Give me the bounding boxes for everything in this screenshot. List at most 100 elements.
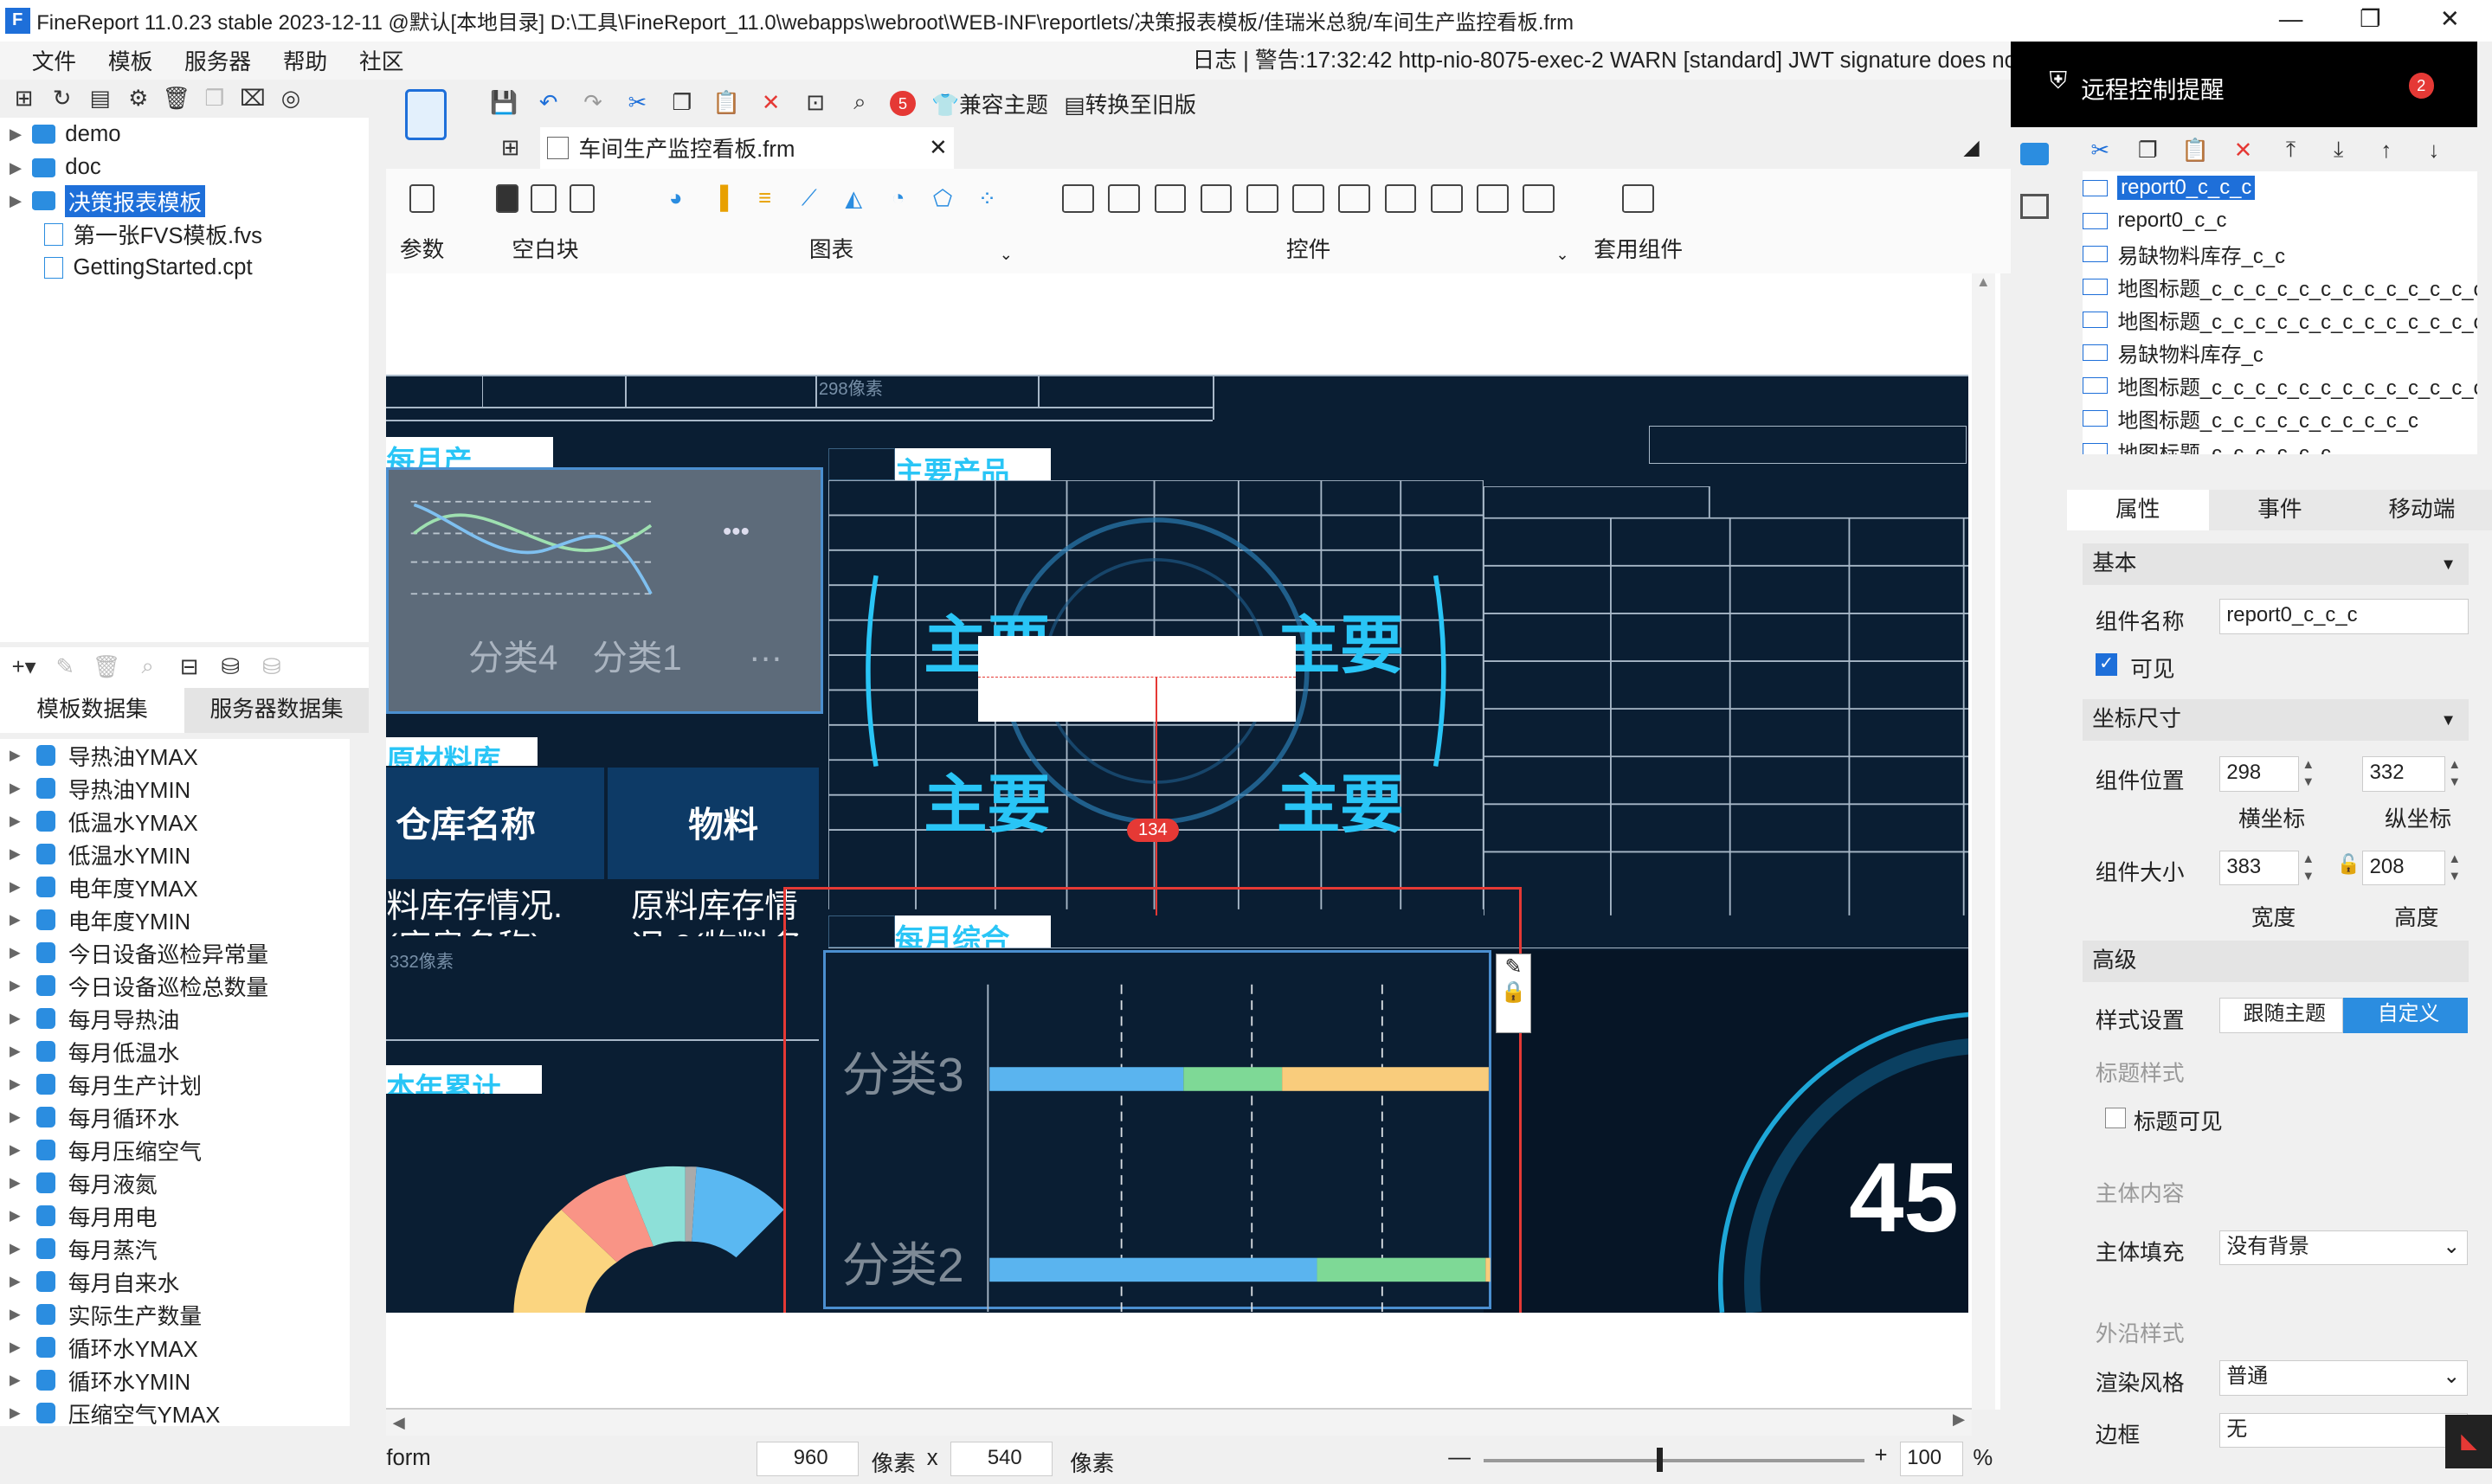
tab-mobile[interactable]: 移动端: [2351, 490, 2492, 531]
zoom-slider[interactable]: [1483, 1459, 1865, 1462]
gauge-widget[interactable]: 45: [1483, 950, 1968, 1314]
area-chart-icon[interactable]: ◭: [840, 184, 868, 213]
tab-menu-icon[interactable]: ◢: [1963, 135, 1979, 160]
dataset-item[interactable]: ▶ 导热油YMAX: [0, 739, 350, 772]
compat-theme-button[interactable]: 👕兼容主题: [931, 87, 1048, 119]
pie-chart-icon[interactable]: ◕: [661, 184, 690, 213]
expand-arrow-icon[interactable]: ▶: [10, 1141, 21, 1159]
panel-title-materials[interactable]: 原材料库: [386, 737, 538, 767]
preview-icon[interactable]: ⌕: [846, 89, 874, 118]
dataset-item[interactable]: ▶ 导热油YMIN: [0, 772, 350, 805]
edit-params-icon[interactable]: ⊟: [175, 653, 203, 682]
remote-control-notice[interactable]: ⛨ 远程控制提醒 2: [2011, 41, 2477, 127]
expand-arrow-icon[interactable]: ▶: [10, 1404, 21, 1422]
panel-title-ytd[interactable]: 本年累计: [386, 1064, 543, 1094]
delete-icon[interactable]: 🗑: [162, 84, 190, 112]
zoom-out-button[interactable]: —: [1448, 1445, 1471, 1470]
expand-arrow-icon[interactable]: ▶: [10, 125, 32, 144]
refresh-icon[interactable]: ↻: [48, 84, 76, 112]
expand-arrow-icon[interactable]: ▶: [10, 1010, 21, 1027]
open-icon[interactable]: ▤: [86, 84, 114, 112]
dataset-item[interactable]: ▶ 每月低温水: [0, 1035, 350, 1068]
textarea-control-icon[interactable]: [1384, 184, 1417, 214]
param-icon[interactable]: [409, 184, 435, 214]
params-group[interactable]: 参数: [386, 169, 458, 273]
grid-icon[interactable]: ⊞: [496, 133, 525, 162]
component-item[interactable]: report0_c_c_c: [2083, 171, 2477, 204]
component-item[interactable]: 地图标题_c_c_c_c_c_c_c_c_c_c: [2083, 402, 2477, 434]
move-bottom-icon[interactable]: ⤓: [2324, 137, 2353, 165]
tree-item-cpt[interactable]: GettingStarted.cpt: [0, 251, 369, 285]
expand-arrow-icon[interactable]: ▶: [10, 780, 21, 797]
render-select[interactable]: 普通 ⌄: [2219, 1360, 2468, 1396]
remote-badge[interactable]: 2: [2408, 73, 2434, 99]
canvas-height-input[interactable]: 540: [950, 1441, 1053, 1477]
tab-template-datasets[interactable]: 模板数据集: [0, 688, 185, 733]
zoom-in-button[interactable]: +: [1874, 1443, 1887, 1468]
component-item[interactable]: 易缺物料库存_c: [2083, 336, 2477, 369]
tree-control-icon[interactable]: [1246, 184, 1278, 214]
canvas-width-input[interactable]: 960: [757, 1441, 859, 1477]
warehouse-table-row[interactable]: 料库存情况. 原料库存情 (库房名称) 况.0(物料名: [386, 879, 819, 936]
convert-old-button[interactable]: ▤转换至旧版: [1064, 87, 1196, 119]
close-button[interactable]: ✕: [2413, 0, 2486, 42]
label-control-icon[interactable]: [1108, 184, 1141, 214]
expand-arrow-icon[interactable]: ▶: [10, 1043, 21, 1060]
zoom-slider-handle[interactable]: [1656, 1448, 1664, 1472]
chevron-down-icon[interactable]: ⌄: [1555, 245, 1568, 264]
expand-arrow-icon[interactable]: ▶: [10, 1207, 21, 1224]
dataset-item[interactable]: ▶ 电年度YMAX: [0, 870, 350, 903]
design-canvas[interactable]: 298像素 每月产 ••• 分类4 分类1 … 原材料库 仓库名称 物料 料库存…: [386, 273, 2000, 1410]
redo-icon[interactable]: ↷: [579, 89, 608, 118]
style-custom-button[interactable]: 自定义: [2343, 998, 2468, 1033]
chevron-down-icon[interactable]: ⌄: [2443, 1361, 2460, 1393]
tree-item-decision-templates[interactable]: ▶ 决策报表模板: [0, 184, 369, 218]
close-tab-icon[interactable]: ✕: [929, 135, 948, 161]
database-icon[interactable]: ⛁: [216, 653, 245, 682]
section-basic[interactable]: 基本 ▼: [2083, 543, 2469, 585]
checkbox-control-icon[interactable]: [1477, 184, 1509, 214]
lock-widget-icon[interactable]: 🔒: [1497, 980, 1529, 1005]
more-dots-icon[interactable]: •••: [723, 517, 750, 547]
expand-arrow-icon[interactable]: ▶: [10, 977, 21, 994]
menu-server[interactable]: 服务器: [169, 44, 267, 76]
lock-icon[interactable]: 🔓: [2337, 853, 2360, 876]
dataset-item[interactable]: ▶ 每月自来水: [0, 1265, 350, 1298]
tab-properties[interactable]: 属性: [2066, 489, 2209, 531]
cut-icon[interactable]: ✂: [623, 89, 652, 118]
minimize-button[interactable]: —: [2254, 0, 2327, 42]
expand-arrow-icon[interactable]: ▶: [10, 911, 21, 928]
component-item[interactable]: 地图标题_c_c_c_c_c_c: [2083, 434, 2477, 455]
warehouse-table-header[interactable]: 仓库名称 物料: [386, 768, 819, 879]
dataset-item[interactable]: ▶ 每月液氮: [0, 1166, 350, 1199]
edit-widget-icon[interactable]: ✎: [1497, 954, 1529, 980]
number-control-icon[interactable]: [1338, 184, 1371, 214]
height-input[interactable]: 208: [2362, 850, 2445, 886]
move-top-icon[interactable]: ⤒: [2276, 137, 2305, 165]
button-control-icon[interactable]: [1154, 184, 1187, 214]
block-icon[interactable]: [496, 184, 518, 214]
widget-float-toolbar[interactable]: ✎ 🔒: [1496, 954, 1531, 1033]
section-advanced[interactable]: 高级: [2083, 941, 2469, 983]
new-folder-icon[interactable]: ⊞: [10, 84, 38, 112]
preview-icon[interactable]: ⌕: [133, 653, 162, 682]
expand-arrow-icon[interactable]: ▶: [10, 1306, 21, 1323]
expand-arrow-icon[interactable]: ▶: [10, 1240, 21, 1257]
tab-server-datasets[interactable]: 服务器数据集: [184, 688, 370, 733]
chevron-down-icon[interactable]: ⌄: [2443, 1231, 2460, 1263]
selection-frame[interactable]: [783, 886, 1522, 1314]
y-input[interactable]: 332: [2362, 756, 2445, 792]
expand-arrow-icon[interactable]: ▶: [10, 191, 32, 210]
delete-x-icon[interactable]: ✕: [757, 89, 785, 118]
chevron-down-icon[interactable]: ▼: [2441, 543, 2457, 585]
component-item[interactable]: 易缺物料库存_c_c: [2083, 237, 2477, 270]
dataset-item[interactable]: ▶ 压缩空气YMAX: [0, 1397, 350, 1426]
expand-arrow-icon[interactable]: ▶: [10, 1076, 21, 1093]
copy-icon[interactable]: ❐: [2134, 137, 2162, 165]
y-stepper[interactable]: ▲ ▼: [2449, 756, 2468, 791]
dataset-item[interactable]: ▶ 每月压缩空气: [0, 1134, 350, 1166]
widget-tab-icon[interactable]: [2020, 143, 2050, 165]
component-list-scrollbar[interactable]: [2476, 133, 2492, 452]
date-control-icon[interactable]: [1292, 184, 1324, 214]
locate-icon[interactable]: ◎: [276, 84, 305, 112]
